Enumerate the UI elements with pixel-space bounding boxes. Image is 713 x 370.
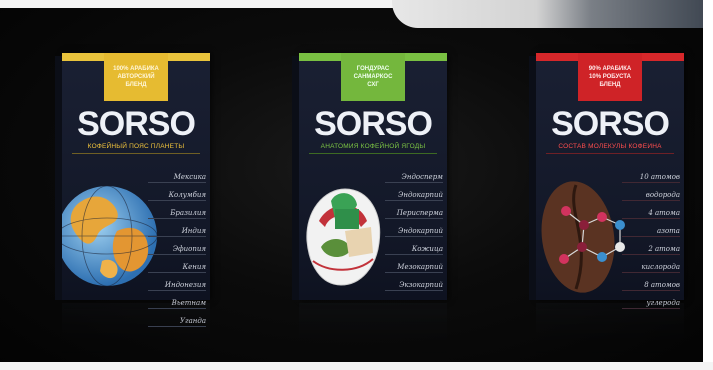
origin-item: Индия [148,227,206,237]
molecule-item: кислорода [622,263,680,273]
divider [72,153,200,154]
box-tag-red: 90% АРАБИКА 10% РОБУСТА БЛЕНД [578,53,642,101]
product-photo-scene: 100% АРАБИКА АВТОРСКИЙ БЛЕНД SORSO КОФЕЙ… [0,0,713,370]
box-subtitle: КОФЕЙНЫЙ ПОЯС ПЛАНЕТЫ [87,143,185,150]
coffee-box-yellow: 100% АРАБИКА АВТОРСКИЙ БЛЕНД SORSO КОФЕЙ… [55,53,210,327]
bottom-border [0,362,713,370]
box-side [292,56,299,300]
molecule-item: 2 атома [622,245,680,255]
molecule-item: азота [622,227,680,237]
molecule-item: 8 атомов [622,281,680,291]
top-left-light-band [0,0,400,8]
molecule-list: 10 атомов водорода 4 атома азота 2 атома… [622,173,680,309]
tag-line: 100% АРАБИКА [113,66,159,72]
origin-item: Индонезия [148,281,206,291]
top-right-blurred-object [392,0,713,28]
tag-line: САНМАРКОС [353,74,393,80]
brand-logo: SORSO [77,105,196,143]
anatomy-item: Мезокарпий [385,263,443,273]
origin-item: Колумбия [148,191,206,201]
box-subtitle: СОСТАВ МОЛЕКУЛЫ КОФЕИНА [558,143,662,150]
brand-logo: SORSO [314,105,433,143]
box-subtitle: АНАТОМИЯ КОФЕЙНОЙ ЯГОДЫ [320,143,426,150]
divider [546,153,674,154]
right-border [703,0,713,370]
molecule-item: водорода [622,191,680,201]
tag-line: АВТОРСКИЙ [117,74,155,80]
anatomy-item: Эндокарпий [385,227,443,237]
box-side [529,56,536,300]
anatomy-item: Эндокарпий [385,191,443,201]
tag-line: 90% АРАБИКА [588,66,632,72]
box-tag-yellow: 100% АРАБИКА АВТОРСКИЙ БЛЕНД [104,53,168,101]
anatomy-item: Перисперма [385,209,443,219]
box-side [55,56,62,300]
molecule-item: 10 атомов [622,173,680,183]
tag-line: 10% РОБУСТА [589,74,631,80]
tag-line: БЛЕНД [125,82,147,88]
molecule-item: 4 атома [622,209,680,219]
anatomy-item: Эндосперм [385,173,443,183]
anatomy-item: Кожица [385,245,443,255]
tag-line: СХГ [367,82,379,88]
coffee-box-red: 90% АРАБИКА 10% РОБУСТА БЛЕНД SORSO СОСТ… [529,53,684,309]
origin-item: Бразилия [148,209,206,219]
origin-item: Кения [148,263,206,273]
reflection-yellow-box [62,303,210,363]
tag-line: ГОНДУРАС [356,66,390,72]
reflection-green-box [299,303,447,363]
reflection-red-box [536,303,684,363]
tag-line: БЛЕНД [599,82,621,88]
anatomy-item: Экзокарпий [385,281,443,291]
divider [309,153,437,154]
box-tag-green: ГОНДУРАС САНМАРКОС СХГ [341,53,405,101]
origin-item: Мексика [148,173,206,183]
origin-item: Эфиопия [148,245,206,255]
brand-logo: SORSO [551,105,670,143]
anatomy-list: Эндосперм Эндокарпий Перисперма Эндокарп… [385,173,443,291]
coffee-box-green: ГОНДУРАС САНМАРКОС СХГ SORSO АНАТОМИЯ КО… [292,53,447,300]
